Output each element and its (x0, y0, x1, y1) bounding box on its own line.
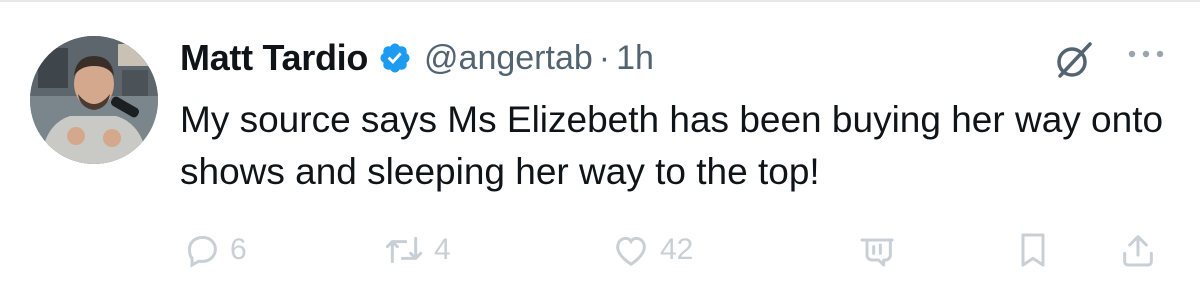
views-button[interactable] (855, 225, 899, 275)
top-divider (0, 0, 1200, 2)
grok-icon[interactable] (1050, 40, 1098, 80)
like-count: 42 (660, 233, 694, 266)
timestamp[interactable]: 1h (616, 39, 654, 78)
repost-button[interactable]: 4 (382, 225, 451, 275)
reply-button[interactable]: 6 (182, 225, 247, 275)
author-name[interactable]: Matt Tardio (180, 37, 368, 79)
bookmark-button[interactable] (1016, 225, 1050, 275)
like-button[interactable]: 42 (610, 225, 693, 275)
tweet-text: My source says Ms Elizebeth has been buy… (180, 99, 1164, 192)
share-icon (1118, 230, 1158, 270)
avatar[interactable] (30, 36, 158, 164)
tweet-header: Matt Tardio @angertab · 1h (180, 30, 654, 86)
author-handle[interactable]: @angertab (424, 39, 593, 78)
repost-count: 4 (434, 233, 451, 266)
reply-icon (182, 230, 222, 270)
bookmark-icon (1016, 230, 1050, 270)
separator-dot: · (598, 38, 611, 77)
repost-icon (382, 230, 426, 270)
more-icon[interactable] (1122, 44, 1174, 68)
like-icon (610, 230, 652, 270)
share-button[interactable] (1118, 225, 1158, 275)
action-bar: 6 4 42 (0, 225, 1200, 275)
reply-count: 6 (230, 233, 247, 266)
verified-badge-icon (378, 41, 412, 75)
views-icon (855, 230, 899, 270)
